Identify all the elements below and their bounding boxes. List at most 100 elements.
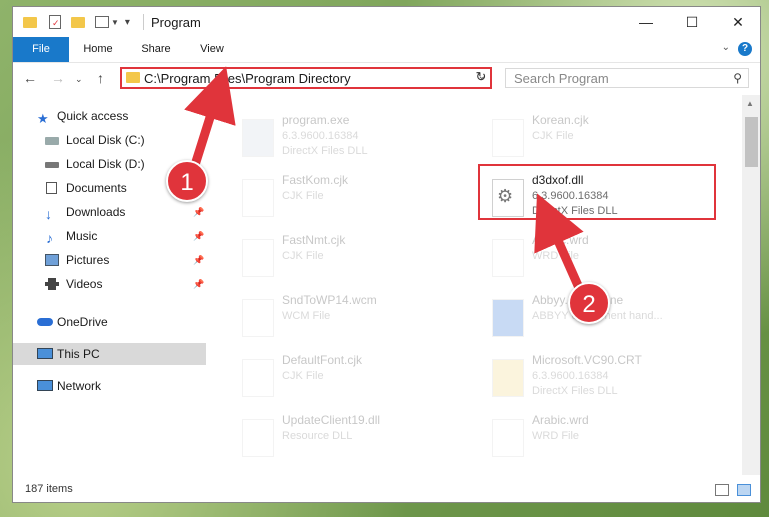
search-icon: ⚲ — [733, 71, 742, 85]
file-item-arabic-wrd-2[interactable]: Arabic.wrd WRD File — [484, 411, 724, 469]
back-arrow-icon[interactable]: ← — [23, 70, 37, 86]
chevron-down-icon[interactable]: ▼ — [111, 18, 119, 27]
sidebar-item-downloads[interactable]: ↓ Downloads 📌 — [13, 201, 206, 223]
ribbon-tabs: File Home Share View ⌄ ? — [13, 37, 760, 95]
file-name: FastKom.cjk — [282, 173, 349, 187]
drive-icon — [45, 137, 59, 145]
pin-icon[interactable]: 📌 — [193, 201, 204, 223]
sidebar-item-onedrive[interactable]: OneDrive — [13, 311, 206, 333]
cloud-icon — [37, 318, 53, 326]
file-detail: CJK File — [282, 190, 324, 202]
tab-home[interactable]: Home — [75, 37, 121, 61]
file-detail: CJK File — [282, 250, 324, 262]
step-badge-2: 2 — [568, 282, 610, 324]
file-name: Microsoft.VC90.CRT — [532, 353, 642, 367]
file-icon — [492, 419, 524, 457]
details-view-icon[interactable] — [715, 484, 729, 496]
title-bar: ✓ ▼ ▾ Program — ☐ ✕ — [13, 7, 760, 37]
document-icon — [46, 182, 57, 194]
title-divider — [143, 14, 144, 30]
file-icon — [492, 239, 524, 277]
sidebar-item-label: Videos — [66, 277, 103, 291]
computer-icon — [37, 348, 53, 359]
quick-access-toolbar: ✓ ▼ ▾ — [23, 14, 130, 30]
vertical-scrollbar[interactable]: ▲ — [742, 95, 760, 475]
sidebar-item-local-disk-c[interactable]: Local Disk (C:) — [13, 129, 206, 151]
expand-ribbon-icon[interactable]: ⌄ — [722, 42, 730, 53]
file-name: SndToWP14.wcm — [282, 293, 377, 307]
maximize-button[interactable]: ☐ — [669, 7, 715, 37]
file-name: Korean.cjk — [532, 113, 589, 127]
folder-icon[interactable] — [23, 16, 37, 28]
large-icons-view-icon[interactable] — [737, 484, 751, 496]
file-detail: CJK File — [282, 370, 324, 382]
file-explorer-window: ✓ ▼ ▾ Program — ☐ ✕ File Home Share View… — [12, 6, 761, 503]
layout-icon[interactable] — [95, 16, 109, 28]
minimize-button[interactable]: — — [623, 7, 669, 37]
file-name: UpdateClient19.dll — [282, 413, 381, 427]
file-detail: DirectX Files DLL — [532, 385, 618, 397]
exe-file-icon — [242, 119, 274, 157]
file-name: program.exe — [282, 113, 350, 127]
selected-file-highlight — [478, 164, 716, 220]
video-icon — [45, 278, 59, 290]
sidebar-item-label: Music — [66, 229, 98, 243]
sidebar-item-music[interactable]: ♪ Music 📌 — [13, 225, 206, 247]
forward-arrow-icon[interactable]: → — [51, 70, 65, 86]
help-icon[interactable]: ? — [738, 42, 752, 56]
network-icon — [37, 380, 53, 391]
sidebar-item-this-pc[interactable]: This PC — [13, 343, 206, 365]
file-icon — [492, 119, 524, 157]
file-item-defaultfont[interactable]: DefaultFont.cjk CJK File — [234, 351, 474, 409]
pin-icon[interactable]: 📌 — [193, 273, 204, 295]
navigation-pane: ★ Quick access Local Disk (C:) Local Dis… — [13, 95, 206, 475]
pin-icon[interactable]: 📌 — [193, 249, 204, 271]
sidebar-item-label: Documents — [66, 181, 127, 195]
address-path: C:\Program Files\Program Directory — [144, 71, 351, 86]
customize-icon[interactable]: ▾ — [125, 17, 130, 28]
file-icon — [492, 359, 524, 397]
new-folder-icon[interactable] — [71, 16, 85, 28]
sidebar-item-quick-access[interactable]: ★ Quick access — [13, 105, 206, 127]
file-item-korean[interactable]: Korean.cjk CJK File — [484, 111, 724, 169]
file-detail: Resource DLL — [282, 430, 353, 442]
address-bar[interactable]: C:\Program Files\Program Directory ⌄ — [120, 67, 492, 89]
file-item-fastnmt[interactable]: FastNmt.cjk CJK File — [234, 231, 474, 289]
refresh-icon[interactable]: ↻ — [470, 67, 492, 89]
tab-share[interactable]: Share — [133, 37, 179, 61]
search-input[interactable]: Search Program ⚲ — [505, 68, 749, 88]
navigation-bar: ← → ⌄ ↑ C:\Program Files\Program Directo… — [13, 62, 760, 95]
file-detail: 6.3.9600.16384 — [532, 370, 609, 382]
file-item-sndtowp14[interactable]: SndToWP14.wcm WCM File — [234, 291, 474, 349]
sidebar-item-label: Local Disk (D:) — [66, 157, 145, 171]
file-item-program-exe[interactable]: program.exe 6.3.9600.16384 DirectX Files… — [234, 111, 474, 169]
status-bar: 187 items — [13, 475, 760, 502]
sidebar-item-network[interactable]: Network — [13, 375, 206, 397]
folder-icon — [126, 72, 140, 83]
properties-icon[interactable]: ✓ — [49, 15, 61, 29]
tab-view[interactable]: View — [189, 37, 235, 61]
scroll-up-icon[interactable]: ▲ — [746, 99, 754, 108]
sidebar-item-videos[interactable]: Videos 📌 — [13, 273, 206, 295]
file-detail: WCM File — [282, 310, 331, 322]
close-button[interactable]: ✕ — [715, 7, 760, 37]
file-name: DefaultFont.cjk — [282, 353, 363, 367]
sidebar-item-label: Pictures — [66, 253, 110, 267]
file-list: program.exe 6.3.9600.16384 DirectX Files… — [206, 95, 742, 475]
file-detail: CJK File — [532, 130, 574, 142]
pin-icon[interactable]: 📌 — [193, 225, 204, 247]
scrollbar-thumb[interactable] — [745, 117, 758, 167]
file-item-arabic-wrd[interactable]: Arabic.wrd WRD File — [484, 231, 724, 289]
file-detail: 6.3.9600.16384 — [282, 130, 359, 142]
up-arrow-icon[interactable]: ↑ — [97, 70, 104, 86]
recent-locations-icon[interactable]: ⌄ — [75, 74, 83, 85]
file-detail: WRD File — [532, 430, 580, 442]
file-item-updateclient19[interactable]: UpdateClient19.dll Resource DLL — [234, 411, 474, 469]
file-name: Arabic.wrd — [532, 233, 589, 247]
file-detail: DirectX Files DLL — [282, 145, 368, 157]
file-item-microsoft-vc90-crt[interactable]: Microsoft.VC90.CRT 6.3.9600.16384 Direct… — [484, 351, 724, 409]
file-name: Arabic.wrd — [532, 413, 589, 427]
file-item-fastkom[interactable]: FastKom.cjk CJK File — [234, 171, 474, 229]
sidebar-item-pictures[interactable]: Pictures 📌 — [13, 249, 206, 271]
step-badge-1: 1 — [166, 160, 208, 202]
